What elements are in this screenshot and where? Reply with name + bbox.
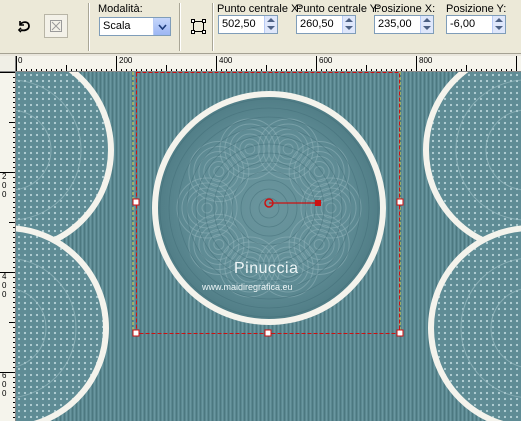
pos-y-value[interactable]: -6,00 — [450, 18, 475, 30]
center-x-value[interactable]: 502,50 — [222, 18, 256, 30]
mode-select[interactable]: Scala — [99, 17, 171, 36]
frame-icon — [191, 19, 206, 34]
ruler-v-label: 2 — [2, 172, 7, 181]
tool-options-toolbar: Modalità: Scala Punto centrale X: 502,50… — [0, 0, 521, 54]
ruler-v-label: 0 — [2, 389, 7, 398]
pos-y-label: Posizione Y: — [446, 3, 507, 15]
ruler-v-label: 0 — [2, 281, 7, 290]
horizontal-ruler-ticks — [16, 56, 517, 71]
ruler-h-label: 800 — [419, 56, 433, 65]
ruler-h-label: 0 — [18, 56, 23, 65]
watermark-url: www.maidiregrafica.eu — [202, 282, 293, 292]
ruler-h-label: 600 — [319, 56, 333, 65]
ruler-v-label: 0 — [2, 380, 7, 389]
canvas-artwork — [16, 72, 521, 421]
pick-tool-icon — [50, 20, 62, 32]
pos-x-field[interactable]: 235,00 — [374, 15, 434, 34]
image-canvas[interactable]: Pinuccia www.maidiregrafica.eu — [16, 72, 521, 421]
pos-x-label: Posizione X: — [374, 3, 436, 15]
frame-handle[interactable] — [132, 329, 140, 337]
toolbar-separator — [212, 3, 214, 51]
undo-arrow-icon — [17, 21, 30, 33]
ruler-v-label: 4 — [2, 272, 7, 281]
frame-handle[interactable] — [396, 198, 404, 206]
chevron-down-icon[interactable] — [153, 18, 170, 35]
toolbar-separator — [88, 3, 90, 51]
center-x-field[interactable]: 502,50 — [218, 15, 278, 34]
vertical-ruler-ticks — [0, 72, 15, 418]
frame-handle[interactable] — [132, 198, 140, 206]
pos-y-field[interactable]: -6,00 — [446, 15, 506, 34]
rotation-handle[interactable] — [315, 200, 321, 206]
center-x-stepper[interactable] — [264, 16, 277, 33]
pos-x-value[interactable]: 235,00 — [378, 18, 412, 30]
frame-button[interactable] — [189, 17, 208, 36]
ruler-v-label: 0 — [2, 290, 7, 299]
frame-handle[interactable] — [396, 329, 404, 337]
mode-value: Scala — [103, 20, 131, 32]
ruler-v-label: 6 — [2, 371, 7, 380]
center-y-value[interactable]: 260,50 — [300, 18, 334, 30]
frame-handle[interactable] — [264, 329, 272, 337]
horizontal-ruler[interactable]: 0 200 400 600 800 — [16, 56, 521, 72]
ruler-v-label: 0 — [2, 181, 7, 190]
ruler-v-label: 0 — [2, 190, 7, 199]
reset-button[interactable] — [12, 14, 36, 38]
pos-x-stepper[interactable] — [420, 16, 433, 33]
ruler-h-label: 200 — [119, 56, 133, 65]
center-y-label: Punto centrale Y: — [296, 3, 380, 15]
pos-y-stepper[interactable] — [492, 16, 505, 33]
ruler-h-label: 400 — [219, 56, 233, 65]
pick-tool-button[interactable] — [44, 14, 68, 38]
toolbar-separator — [179, 3, 181, 51]
center-y-stepper[interactable] — [342, 16, 355, 33]
ruler-corner — [0, 56, 16, 72]
vertical-ruler[interactable]: 2 0 0 4 0 0 6 0 0 — [0, 72, 16, 421]
center-x-label: Punto centrale X: — [217, 3, 302, 15]
mode-label: Modalità: — [98, 3, 143, 15]
center-y-field[interactable]: 260,50 — [296, 15, 356, 34]
watermark-name: Pinuccia — [234, 260, 299, 277]
